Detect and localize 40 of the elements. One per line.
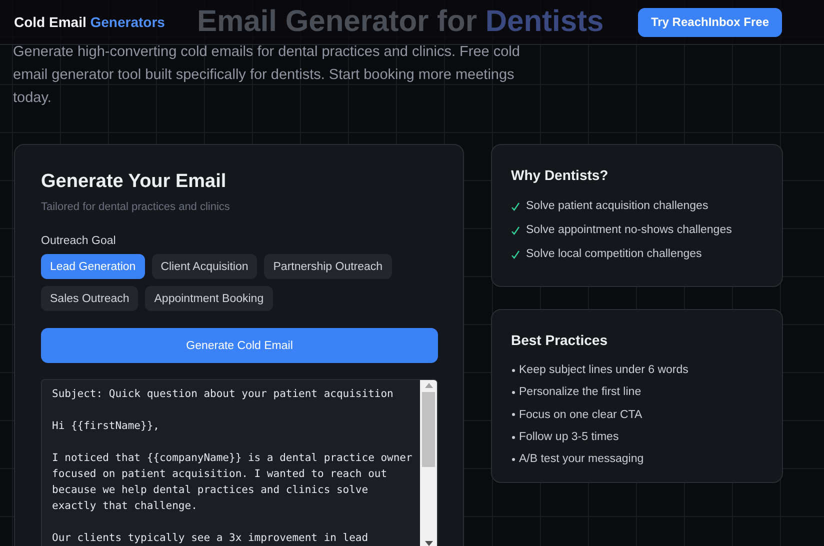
goal-chip[interactable]: Client Acquisition — [152, 254, 258, 279]
practice-item: A/B test your messaging — [519, 453, 644, 466]
goal-chip[interactable]: Lead Generation — [41, 254, 145, 279]
bullet-icon — [512, 390, 515, 394]
site-logo[interactable]: Cold Email Generators — [14, 14, 165, 30]
generator-title: Generate Your Email — [41, 171, 228, 193]
scroll-thumb[interactable] — [422, 392, 435, 467]
practice-item: Personalize the first line — [519, 386, 642, 398]
email-line: Hi {{firstName}}, — [52, 419, 160, 434]
goal-chip[interactable]: Appointment Booking — [145, 286, 273, 311]
benefit-text: Solve local competition challenges — [526, 248, 702, 260]
page-description: Generate high-converting cold emails for dental practices and clinics. Free cold email generator tool built specifically for dentists. Start booking more meetings today. — [13, 43, 521, 108]
check-icon — [511, 202, 520, 210]
hero-title: Email Generator for Dentists — [196, 5, 605, 39]
goal-chip[interactable]: Partnership Outreach — [264, 254, 392, 279]
generator-subtitle: Tailored for dental practices and clinics — [41, 201, 231, 213]
bullet-icon — [512, 368, 515, 372]
email-line: Our clients typically see a 3x improvement in lead — [52, 531, 370, 546]
benefit-text: Solve patient acquisition challenges — [526, 200, 708, 212]
email-output-field[interactable] — [41, 379, 438, 546]
practice-item: Follow up 3-5 times — [519, 431, 619, 444]
scroll-up-icon[interactable] — [424, 383, 432, 388]
bullet-icon — [512, 458, 515, 461]
bullet-icon — [512, 436, 515, 439]
try-free-button[interactable]: Try ReachInbox Free — [638, 8, 782, 36]
email-line: Subject: Quick question about your patient acquisition — [52, 387, 394, 402]
practice-item: Focus on one clear CTA — [519, 408, 642, 421]
scrollbar[interactable] — [420, 380, 437, 546]
scroll-down-icon[interactable] — [424, 541, 432, 546]
benefit-text: Solve appointment no-shows challenges — [526, 224, 732, 236]
goal-label: Outreach Goal — [41, 235, 117, 247]
best-practices-title: Best Practices — [511, 332, 609, 348]
goal-chip[interactable]: Sales Outreach — [41, 286, 138, 311]
practice-item: Keep subject lines under 6 words — [519, 364, 688, 376]
check-icon — [511, 250, 520, 258]
email-line: I noticed that {{companyName}} is a dental practice owner focused on patient acquisition. I wanted to reach out because we help dental practices and clinics solve exactly that challenge. — [52, 451, 414, 514]
generate-button[interactable]: Generate Cold Email — [41, 328, 438, 363]
check-icon — [511, 226, 520, 234]
why-title: Why Dentists? — [511, 167, 610, 183]
bullet-icon — [512, 413, 515, 416]
